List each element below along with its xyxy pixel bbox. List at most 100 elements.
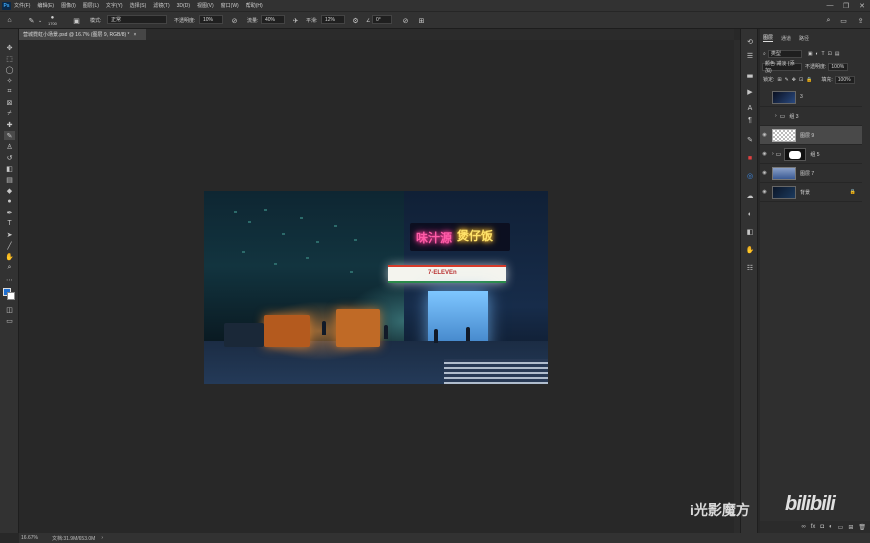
move-tool-icon[interactable]: ✥ xyxy=(4,43,15,52)
restore-button[interactable]: ❐ xyxy=(838,0,854,11)
type-tool-icon[interactable]: T xyxy=(4,219,15,228)
more-tools-icon[interactable]: ⋯ xyxy=(4,275,15,284)
background-color-swatch[interactable] xyxy=(7,292,15,300)
healing-brush-tool-icon[interactable]: ✚ xyxy=(4,120,15,129)
marquee-tool-icon[interactable]: ⬚ xyxy=(4,54,15,63)
pressure-opacity-icon[interactable]: ⊘ xyxy=(229,15,240,26)
layer-opacity-field[interactable]: 100% xyxy=(828,62,849,71)
canvas-area[interactable]: 味汁源 煲仔饭 7-ELEVEn xyxy=(19,40,734,533)
blur-tool-icon[interactable]: ◆ xyxy=(4,186,15,195)
brush-tool-icon[interactable]: ✎ xyxy=(4,131,15,140)
document-tab-close-icon[interactable]: × xyxy=(134,32,137,38)
touch-panel-icon[interactable]: ✋ xyxy=(744,245,756,255)
history-panel-icon[interactable]: ⟲ xyxy=(744,37,756,47)
menu-type[interactable]: 文字(Y) xyxy=(106,2,123,9)
eyedropper-tool-icon[interactable]: ⌿ xyxy=(4,109,15,118)
path-selection-tool-icon[interactable]: ➤ xyxy=(4,230,15,239)
new-layer-icon[interactable]: ⊞ xyxy=(848,524,853,531)
close-button[interactable]: ✕ xyxy=(854,0,870,11)
adjustments-panel-icon[interactable]: ◐ xyxy=(744,209,756,219)
clone-stamp-tool-icon[interactable]: ♙ xyxy=(4,142,15,151)
document-info[interactable]: 文档:31.9M/653.0M xyxy=(52,535,95,542)
line-tool-icon[interactable]: ╱ xyxy=(4,241,15,250)
lock-icons[interactable]: ⊞✎✥⊡🔒 xyxy=(777,77,815,83)
menu-help[interactable]: 帮助(H) xyxy=(246,2,263,9)
visibility-toggle-icon[interactable]: ◉ xyxy=(760,170,769,176)
workspace-icon[interactable]: ▭ xyxy=(838,15,849,26)
document-canvas-image[interactable]: 味汁源 煲仔饭 7-ELEVEn xyxy=(204,191,548,384)
tab-paths[interactable]: 路径 xyxy=(799,35,809,42)
fill-field[interactable]: 100% xyxy=(834,75,855,84)
histogram-panel-icon[interactable]: ▃ xyxy=(744,69,756,79)
visibility-toggle-icon[interactable]: ◉ xyxy=(760,132,769,138)
home-icon[interactable]: ⌂ xyxy=(4,15,15,26)
quick-mask-icon[interactable]: ◫ xyxy=(4,305,15,314)
airbrush-icon[interactable]: ✈ xyxy=(290,15,301,26)
layer-row-selected[interactable]: ◉ 图层 9 xyxy=(760,126,862,145)
menu-view[interactable]: 视图(V) xyxy=(197,2,214,9)
properties-panel-icon[interactable]: ☰ xyxy=(744,51,756,61)
layer-style-icon[interactable]: fx xyxy=(811,524,816,530)
visibility-toggle-icon[interactable]: ◉ xyxy=(760,189,769,195)
layer-filter-select[interactable]: 类型 xyxy=(767,49,802,58)
menu-filter[interactable]: 滤镜(T) xyxy=(153,2,169,9)
hand-tool-icon[interactable]: ✋ xyxy=(4,252,15,261)
menu-3d[interactable]: 3D(D) xyxy=(177,3,190,9)
layer-group-row[interactable]: › ▭ 组 3 xyxy=(760,107,862,126)
eraser-tool-icon[interactable]: ◧ xyxy=(4,164,15,173)
menu-window[interactable]: 窗口(W) xyxy=(221,2,239,9)
zoom-level[interactable]: 16.67% xyxy=(21,535,38,541)
libraries-panel-icon[interactable]: ☁ xyxy=(744,191,756,201)
lasso-tool-icon[interactable]: ◯ xyxy=(4,65,15,74)
brush-settings-panel-icon[interactable]: ✎ xyxy=(744,135,756,145)
screen-mode-icon[interactable]: ▭ xyxy=(4,316,15,325)
brush-tool-icon[interactable]: ✎ xyxy=(26,15,37,26)
menu-file[interactable]: 文件(F) xyxy=(14,2,30,9)
magic-wand-tool-icon[interactable]: ✧ xyxy=(4,76,15,85)
brush-panel-icon[interactable]: ▣ xyxy=(71,15,82,26)
document-tab[interactable]: 营城霓虹小场景.psd @ 16.7% (图层 9, RGB/8) * × xyxy=(19,29,146,40)
paragraph-panel-icon[interactable]: ¶ xyxy=(744,115,756,125)
tab-layers[interactable]: 图层 xyxy=(763,34,774,42)
symmetry-icon[interactable]: ⊞ xyxy=(416,15,427,26)
share-icon[interactable]: ⇪ xyxy=(855,15,866,26)
layer-row[interactable]: 3 xyxy=(760,88,862,107)
filter-icons[interactable]: ▣◐T⊡▤ xyxy=(808,51,843,57)
adjustment-layer-icon[interactable]: ◐ xyxy=(829,524,833,530)
search-icon[interactable]: ⌕ xyxy=(823,15,834,26)
color-panel-icon[interactable]: ■ xyxy=(744,153,756,163)
brush-tool-dropdown[interactable]: ⌄ xyxy=(38,15,42,26)
layer-group-row[interactable]: ◉ › ▭ 组 5 xyxy=(760,145,862,164)
group-expand-icon[interactable]: › xyxy=(772,151,774,157)
menu-edit[interactable]: 编辑(E) xyxy=(37,2,54,9)
status-menu-icon[interactable]: › xyxy=(101,535,103,541)
gradient-tool-icon[interactable]: ▤ xyxy=(4,175,15,184)
add-mask-icon[interactable]: ◘ xyxy=(820,524,824,530)
visibility-toggle-icon[interactable]: ◉ xyxy=(760,151,769,157)
brush-preset-picker[interactable]: ● 1700 xyxy=(48,15,57,26)
menu-image[interactable]: 图像(I) xyxy=(61,2,76,9)
layer-row[interactable]: ◉ 图层 7 xyxy=(760,164,862,183)
mode-select[interactable]: 正常 xyxy=(107,15,167,24)
smoothing-options-gear-icon[interactable]: ⚙ xyxy=(350,15,361,26)
delete-layer-icon[interactable]: 🗑 xyxy=(858,524,866,531)
tab-channels[interactable]: 通道 xyxy=(781,35,791,42)
frame-tool-icon[interactable]: ⊠ xyxy=(4,98,15,107)
timeline-panel-icon[interactable]: ☷ xyxy=(744,263,756,273)
group-expand-icon[interactable]: › xyxy=(775,113,777,119)
dodge-tool-icon[interactable]: ● xyxy=(4,197,15,206)
layer-row-background[interactable]: ◉ 背景 🔒 xyxy=(760,183,862,202)
opacity-field[interactable]: 10% xyxy=(199,15,223,24)
history-brush-tool-icon[interactable]: ↺ xyxy=(4,153,15,162)
link-layers-icon[interactable]: ∞ xyxy=(801,524,805,530)
menu-select[interactable]: 选择(S) xyxy=(130,2,147,9)
pen-tool-icon[interactable]: ✒ xyxy=(4,208,15,217)
swatches-panel-icon[interactable]: ◎ xyxy=(744,171,756,181)
flow-field[interactable]: 40% xyxy=(261,15,285,24)
smooth-field[interactable]: 12% xyxy=(321,15,345,24)
crop-tool-icon[interactable]: ⌗ xyxy=(4,87,15,96)
pressure-size-icon[interactable]: ⊘ xyxy=(400,15,411,26)
new-group-icon[interactable]: ▭ xyxy=(838,524,844,531)
actions-panel-icon[interactable]: ▶ xyxy=(744,87,756,97)
character-panel-icon[interactable]: A xyxy=(744,103,756,113)
